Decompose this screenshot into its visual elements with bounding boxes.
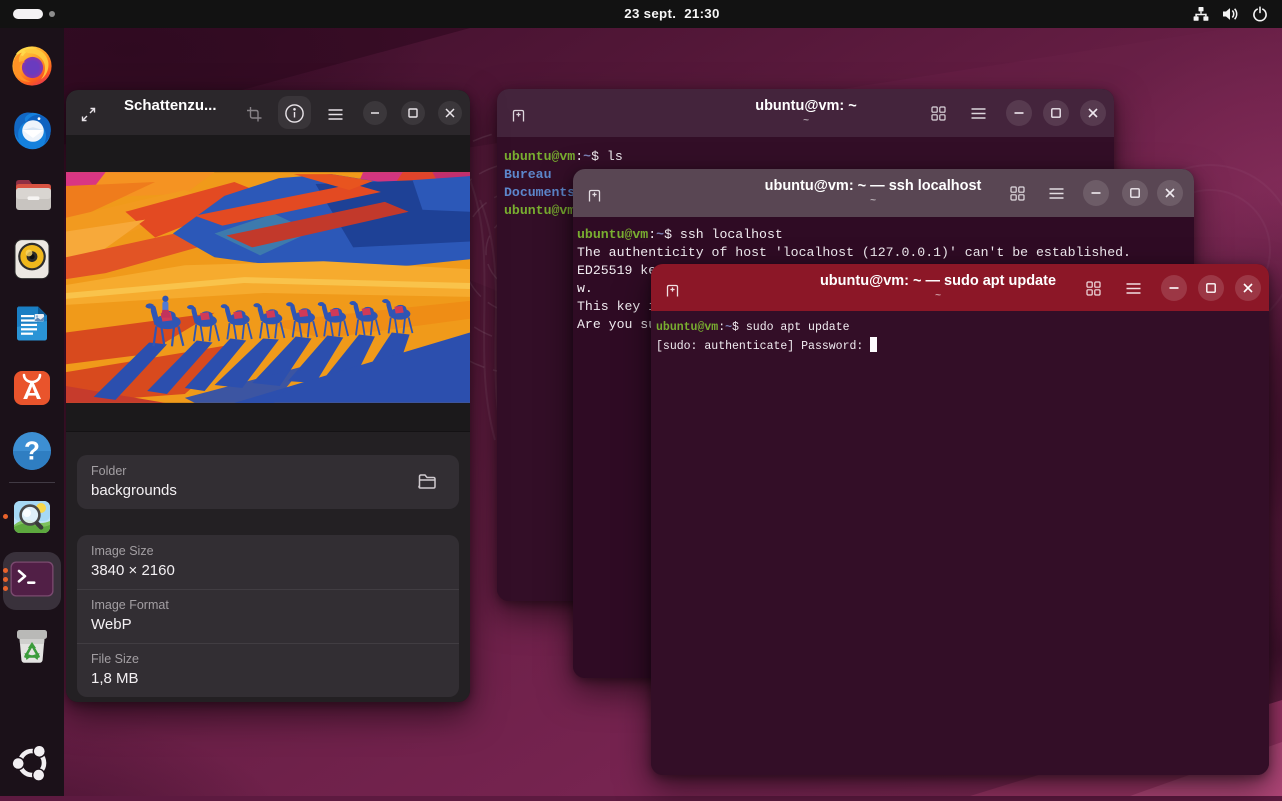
- svg-text:?: ?: [24, 436, 40, 466]
